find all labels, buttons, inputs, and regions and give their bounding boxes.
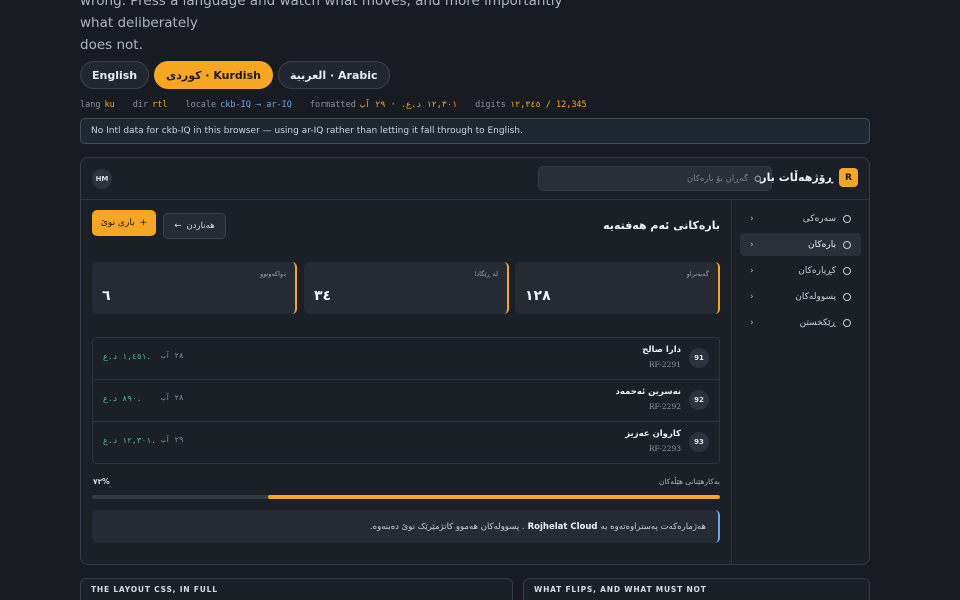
- status-digits-value: ١٢,٣٤٥ / 12,345: [509, 100, 587, 110]
- sidebar-item-label: ڕێکخستن: [799, 317, 836, 328]
- row-ref: RF-2291: [648, 360, 681, 369]
- stat-value: ٣٤: [314, 288, 332, 304]
- sidebar-nav: › سەرەکی › بارەکان › کڕیارەکان › پسوولەک…: [731, 200, 869, 564]
- stat-card-delayed: دواکەوتوو ٦: [92, 262, 297, 314]
- row-amount: ١٢,٣٠١ د.ع.: [103, 436, 156, 445]
- status-lang-key: lang: [80, 100, 101, 110]
- row-name: کاروان عەزیز: [625, 429, 681, 439]
- main-content: بارەکانی ئەم هەفتەیە + باری نوێ هەناردن …: [81, 200, 732, 564]
- intro-line-1: wrong. Press a language and watch what m…: [80, 0, 563, 31]
- status-lang-value: ku: [104, 100, 115, 110]
- status-formatted-value: ١٢,٣٠١ د.ع. · ٢٩ آب: [359, 100, 458, 110]
- row-ref: RF-2293: [648, 444, 681, 453]
- export-button[interactable]: هەناردن ←: [163, 213, 226, 239]
- app-preview: HM R ڕۆژهەڵات بار › سەرەکی › بارەکان › ک…: [80, 157, 870, 565]
- what-flips-card: WHAT FLIPS, AND WHAT MUST NOT: [523, 578, 870, 600]
- language-button-english[interactable]: English: [80, 61, 150, 89]
- row-date: ٢٨ آب: [161, 393, 184, 402]
- search-box: [538, 166, 772, 191]
- circle-icon: [843, 292, 851, 301]
- search-input[interactable]: [568, 173, 748, 184]
- row-badge: 91: [689, 348, 709, 368]
- sidebar-item-label: کڕیارەکان: [798, 265, 836, 276]
- page-title: بارەکانی ئەم هەفتەیە: [603, 219, 720, 232]
- sidebar-item-home[interactable]: › سەرەکی: [740, 207, 861, 230]
- new-shipment-button[interactable]: + باری نوێ: [92, 210, 156, 236]
- avatar[interactable]: HM: [92, 169, 112, 189]
- info-text-after: . پسوولەکان هەموو کاتژمێرێک نوێ دەبنەوە.: [369, 521, 525, 532]
- sidebar-item-customers[interactable]: › کڕیارەکان: [740, 259, 861, 282]
- status-locale-key: locale: [185, 100, 217, 110]
- status-dir-key: dir: [132, 100, 149, 110]
- top-bar: HM R ڕۆژهەڵات بار: [81, 158, 869, 200]
- row-badge: 92: [689, 390, 709, 410]
- list-item[interactable]: 91 دارا صالح RF-2291 ٢٨ آب ١,٤٥١ د.ع.: [93, 338, 719, 380]
- stat-card-in-transit: لە ڕێگادا ٣٤: [304, 262, 509, 314]
- chevron-icon: ›: [750, 239, 754, 250]
- status-digits-key: digits: [475, 100, 506, 110]
- sidebar-item-label: پسوولەکان: [795, 291, 836, 302]
- layout-css-card: THE LAYOUT CSS, IN FULL: [80, 578, 513, 600]
- stat-label: لە ڕێگادا: [474, 270, 498, 278]
- stat-label: گەیەنراو: [686, 270, 709, 278]
- sidebar-item-shipments[interactable]: › بارەکان: [740, 233, 861, 256]
- language-button-kurdish[interactable]: کوردی · Kurdish: [154, 61, 273, 89]
- progress-percent: ٧٢%: [93, 477, 110, 486]
- progress-label: بەکارهێنانی هێڵەکان: [658, 477, 720, 486]
- new-shipment-label: باری نوێ: [100, 218, 135, 228]
- stat-label: دواکەوتوو: [260, 270, 286, 278]
- circle-icon: [843, 240, 851, 249]
- export-label: هەناردن: [186, 221, 215, 231]
- circle-icon: [843, 266, 851, 275]
- intro-paragraph: wrong. Press a language and watch what m…: [80, 0, 580, 56]
- language-switcher: English کوردی · Kurdish العربية · Arabic: [80, 61, 390, 89]
- language-button-arabic[interactable]: العربية · Arabic: [277, 61, 390, 89]
- plus-icon: +: [139, 218, 148, 228]
- stat-value: ١٢٨: [525, 288, 551, 304]
- sidebar-item-invoices[interactable]: › پسوولەکان: [740, 285, 861, 308]
- row-amount: ٨٩٠ د.ع.: [103, 394, 142, 403]
- fallback-notice: No Intl data for ckb-IQ in this browser …: [80, 118, 870, 144]
- locale-status-line: lang ku dir rtl locale ckb-IQ → ar-IQ fo…: [80, 100, 587, 110]
- circle-icon: [843, 214, 851, 223]
- chevron-icon: ›: [750, 213, 754, 224]
- chevron-icon: ›: [750, 317, 754, 328]
- row-date: ٢٩ آب: [161, 435, 184, 444]
- chevron-icon: ›: [750, 291, 754, 302]
- info-brand: Rojhelat Cloud: [527, 521, 598, 532]
- status-dir-value: rtl: [152, 100, 168, 110]
- row-amount: ١,٤٥١ د.ع.: [103, 352, 152, 361]
- brand-name: ڕۆژهەڵات بار: [760, 171, 833, 184]
- progress-bar: [92, 495, 720, 499]
- row-date: ٢٨ آب: [161, 351, 184, 360]
- account-info-banner: هەژمارەکەت پەستراوەتەوە بە Rojhelat Clou…: [92, 510, 720, 543]
- intro-line-2: does not.: [80, 37, 143, 53]
- status-locale-value: ckb-IQ → ar-IQ: [220, 100, 292, 110]
- info-text-before: هەژمارەکەت پەستراوەتەوە بە: [600, 521, 706, 532]
- sidebar-item-settings[interactable]: › ڕێکخستن: [740, 311, 861, 334]
- row-ref: RF-2292: [648, 402, 681, 411]
- stats-row: گەیەنراو ١٢٨ لە ڕێگادا ٣٤ دواکەوتوو ٦: [92, 262, 720, 314]
- list-item[interactable]: 92 نەسرین ئەحمەد RF-2292 ٢٨ آب ٨٩٠ د.ع.: [93, 380, 719, 422]
- list-item[interactable]: 93 کاروان عەزیز RF-2293 ٢٩ آب ١٢,٣٠١ د.ع…: [93, 422, 719, 464]
- progress-fill: [267, 495, 720, 499]
- card-title: WHAT FLIPS, AND WHAT MUST NOT: [534, 585, 707, 594]
- row-name: نەسرین ئەحمەد: [615, 387, 681, 397]
- status-formatted-key: formatted: [309, 100, 356, 110]
- stat-card-delivered: گەیەنراو ١٢٨: [515, 262, 720, 314]
- brand: R ڕۆژهەڵات بار: [760, 168, 858, 187]
- card-title: THE LAYOUT CSS, IN FULL: [91, 585, 218, 594]
- sidebar-item-label: سەرەکی: [802, 213, 836, 224]
- stat-value: ٦: [102, 288, 111, 304]
- arrow-left-icon: ←: [174, 221, 182, 231]
- brand-logo: R: [839, 168, 858, 187]
- circle-icon: [843, 318, 851, 327]
- sidebar-item-label: بارەکان: [808, 239, 836, 250]
- row-name: دارا صالح: [642, 345, 681, 355]
- row-badge: 93: [689, 432, 709, 452]
- chevron-icon: ›: [750, 265, 754, 276]
- shipment-list: 91 دارا صالح RF-2291 ٢٨ آب ١,٤٥١ د.ع. 92…: [92, 337, 720, 464]
